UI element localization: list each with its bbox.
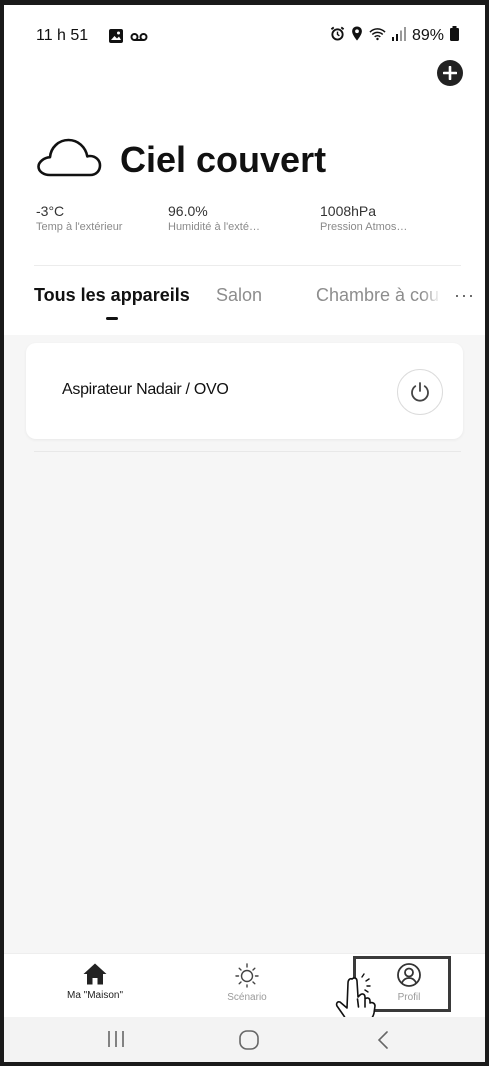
battery-icon (450, 26, 459, 46)
stat-humidity: 96.0% Humidité à l'exté… (168, 203, 260, 233)
cloud-icon (36, 135, 102, 184)
nav-home[interactable]: Ma "Maison" (50, 962, 140, 1001)
power-icon (411, 382, 429, 402)
back-button[interactable] (376, 1030, 390, 1055)
status-bar: 11 h 51 89% (4, 23, 485, 51)
tab-active-indicator (106, 317, 118, 320)
stat-pressure: 1008hPa Pression Atmos… (320, 203, 407, 233)
signal-icon (391, 26, 406, 46)
tab-salon[interactable]: Salon (216, 285, 262, 306)
home-circle-icon (239, 1030, 259, 1050)
stat-label: Humidité à l'exté… (168, 221, 260, 233)
stat-label: Pression Atmos… (320, 221, 408, 233)
stat-value: -3°C (36, 203, 65, 219)
sun-icon (235, 963, 259, 988)
weather-condition: Ciel couvert (120, 138, 327, 180)
voicemail-icon (130, 30, 148, 48)
stat-value: 96.0% (168, 203, 208, 219)
nav-profile[interactable]: Profil (364, 962, 454, 1003)
divider (34, 451, 461, 452)
battery-percent: 89% (411, 27, 444, 44)
recents-button[interactable] (106, 1030, 126, 1053)
system-navigation-bar (4, 1017, 485, 1062)
device-name: Aspirateur Nadair / OVO (62, 381, 229, 398)
stat-temperature: -3°C Temp à l'extérieur (36, 203, 122, 233)
divider (34, 265, 461, 266)
back-chevron-icon (377, 1031, 388, 1049)
location-icon (351, 26, 363, 46)
recents-icon (108, 1031, 124, 1047)
wifi-icon (369, 27, 386, 46)
weather-summary: Ciel couvert (36, 135, 326, 184)
room-tabs: Tous les appareils Salon Chambre à cou ·… (34, 285, 485, 325)
nav-label: Scénario (227, 992, 267, 1003)
stat-label: Temp à l'extérieur (36, 221, 123, 233)
device-card[interactable]: Aspirateur Nadair / OVO (26, 343, 463, 439)
add-device-button[interactable] (437, 60, 463, 86)
status-time: 11 h 51 (36, 27, 89, 44)
home-button[interactable] (238, 1030, 260, 1055)
tab-chambre[interactable]: Chambre à cou (316, 285, 439, 306)
nav-label: Profil (397, 992, 421, 1003)
gallery-icon (108, 28, 124, 49)
tab-all-devices[interactable]: Tous les appareils (34, 285, 190, 306)
bottom-navigation: Ma "Maison" Scénario Profil (4, 953, 485, 1018)
nav-label: Ma "Maison" (66, 990, 123, 1001)
more-tabs-button[interactable]: ··· (454, 285, 475, 306)
phone-screen: 11 h 51 89% Ciel couvert -3°C Temp à l'e… (0, 0, 489, 1066)
tab-fade (423, 285, 441, 313)
alarm-icon (330, 26, 345, 46)
profile-icon (397, 963, 421, 987)
home-icon (83, 963, 107, 985)
nav-scenario[interactable]: Scénario (202, 962, 292, 1003)
power-button[interactable] (397, 369, 443, 415)
plus-circle-icon (443, 66, 457, 80)
stat-value: 1008hPa (320, 203, 377, 219)
